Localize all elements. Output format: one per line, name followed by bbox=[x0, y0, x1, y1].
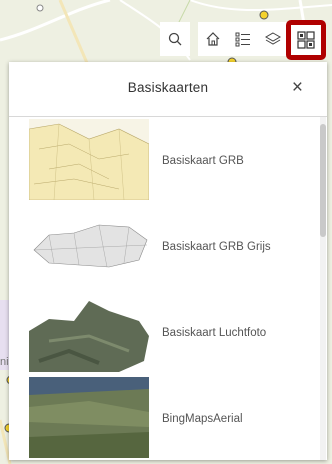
basemap-item-luchtfoto[interactable]: Basiskaart Luchtfoto bbox=[9, 289, 327, 375]
basemap-label: Basiskaart GRB Grijs bbox=[162, 241, 271, 253]
home-button[interactable] bbox=[198, 22, 228, 56]
basemap-label: Basiskaart GRB bbox=[162, 155, 244, 167]
panel-header: Basiskaarten × bbox=[9, 62, 327, 117]
basemap-thumbnail bbox=[29, 291, 149, 372]
basemap-gallery-button[interactable] bbox=[286, 20, 326, 60]
basemap-item-bing[interactable]: BingMapsAerial bbox=[9, 375, 327, 460]
map-toolbar bbox=[160, 20, 328, 60]
layers-icon bbox=[265, 32, 281, 45]
legend-button[interactable] bbox=[228, 22, 258, 56]
home-icon bbox=[206, 32, 220, 46]
basemap-thumbnail bbox=[29, 377, 149, 458]
basemap-label: Basiskaart Luchtfoto bbox=[162, 327, 267, 339]
basemap-item-grb[interactable]: Basiskaart GRB bbox=[9, 117, 327, 203]
basemap-thumbnail bbox=[29, 205, 149, 286]
basemap-list: Basiskaart GRB Basiskaart GRB Grijs Basi… bbox=[9, 117, 327, 460]
basemap-label: BingMapsAerial bbox=[162, 413, 243, 425]
basemap-item-grb-grijs[interactable]: Basiskaart GRB Grijs bbox=[9, 203, 327, 289]
legend-list-icon bbox=[235, 32, 250, 47]
search-icon bbox=[168, 32, 182, 46]
basemap-gallery-icon bbox=[297, 31, 315, 49]
layers-button[interactable] bbox=[258, 22, 288, 56]
search-button[interactable] bbox=[160, 22, 190, 56]
scrollbar-thumb[interactable] bbox=[320, 124, 326, 237]
basemap-gallery-panel: Basiskaarten × Basiskaart GRB Basiskaart… bbox=[9, 62, 327, 460]
close-button[interactable]: × bbox=[292, 78, 303, 97]
basemap-thumbnail bbox=[29, 119, 149, 200]
panel-title: Basiskaarten bbox=[127, 80, 209, 95]
